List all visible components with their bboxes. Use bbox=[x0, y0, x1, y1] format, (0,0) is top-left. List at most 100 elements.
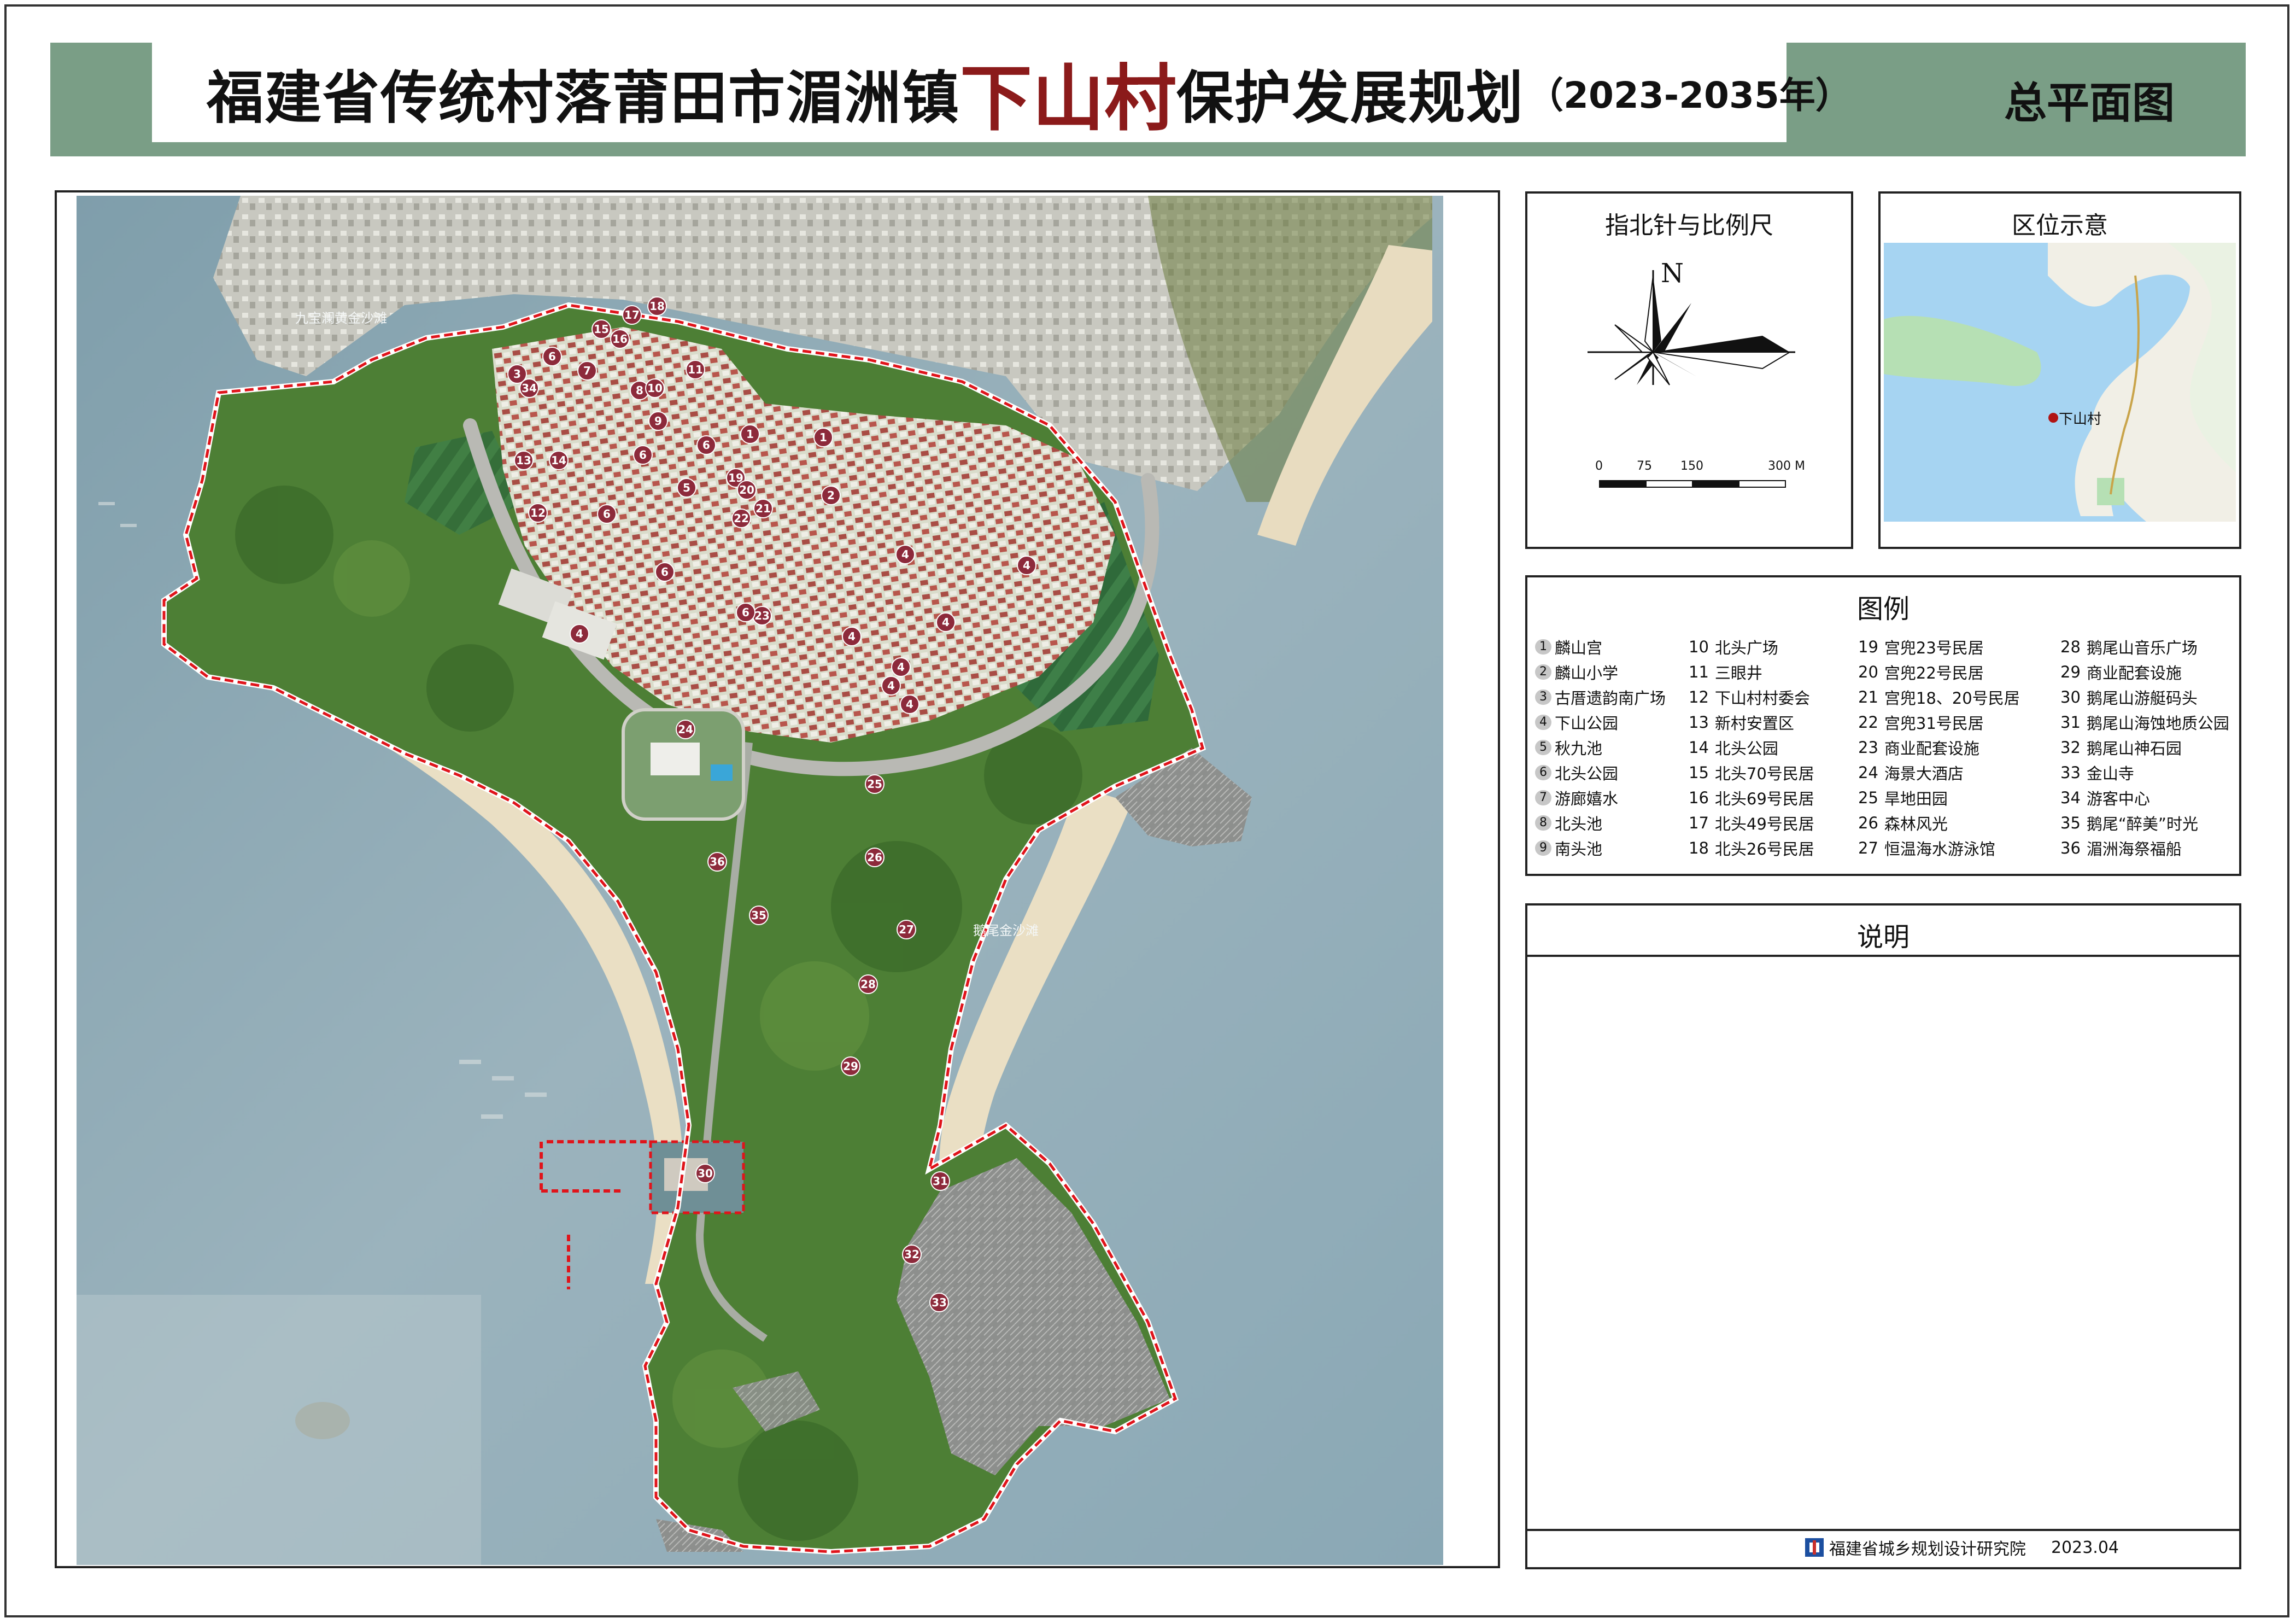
legend-label: 秋九池 bbox=[1555, 739, 1603, 758]
legend-item: 32 鹅尾山神石园 bbox=[2060, 735, 2235, 760]
legend-item: 27 恒温海水游泳馆 bbox=[1858, 836, 2033, 861]
site-marker-6[interactable]: 6 bbox=[597, 504, 617, 524]
legend-item: 10 北头广场 bbox=[1688, 634, 1863, 659]
footer-date: 2023.04 bbox=[2051, 1538, 2119, 1557]
site-marker-22[interactable]: 22 bbox=[731, 509, 751, 528]
svg-text:4: 4 bbox=[576, 627, 583, 640]
legend-label: 北头公园 bbox=[1714, 739, 1778, 758]
sea-haze bbox=[77, 1295, 481, 1565]
site-marker-18[interactable]: 18 bbox=[647, 296, 667, 316]
legend-number: 14 bbox=[1689, 738, 1709, 757]
site-marker-12[interactable]: 12 bbox=[528, 503, 548, 523]
site-marker-20[interactable]: 20 bbox=[737, 480, 757, 500]
legend-number: 20 bbox=[1858, 663, 1878, 681]
institute-logo-icon bbox=[1805, 1538, 1824, 1557]
site-marker-6[interactable]: 6 bbox=[633, 445, 653, 465]
site-marker-4[interactable]: 4 bbox=[842, 627, 862, 646]
site-marker-4[interactable]: 4 bbox=[900, 694, 919, 714]
legend-label: 宫兜23号民居 bbox=[1884, 639, 1984, 657]
site-marker-29[interactable]: 29 bbox=[841, 1056, 860, 1076]
svg-text:10: 10 bbox=[647, 382, 663, 395]
legend-item: 19 宫兜23号民居 bbox=[1858, 634, 2033, 659]
site-marker-4[interactable]: 4 bbox=[895, 545, 915, 564]
site-marker-32[interactable]: 32 bbox=[902, 1245, 922, 1264]
site-marker-4[interactable]: 4 bbox=[881, 676, 901, 696]
legend-label: 鹅尾山神石园 bbox=[2086, 739, 2182, 758]
svg-text:4: 4 bbox=[1023, 559, 1030, 572]
site-marker-14[interactable]: 14 bbox=[549, 451, 569, 470]
site-marker-17[interactable]: 17 bbox=[622, 305, 642, 325]
legend-label: 北头池 bbox=[1555, 815, 1603, 833]
scale-tick-75: 75 bbox=[1637, 459, 1652, 473]
legend-number: 35 bbox=[2060, 814, 2081, 832]
legend-number: 34 bbox=[2060, 788, 2081, 807]
legend-number: 32 bbox=[2060, 738, 2081, 757]
legend-label: 鹅尾山海蚀地质公园 bbox=[2086, 714, 2229, 733]
site-marker-33[interactable]: 33 bbox=[929, 1293, 949, 1312]
legend-label: 北头70号民居 bbox=[1714, 764, 1814, 783]
site-marker-10[interactable]: 10 bbox=[645, 378, 665, 398]
legend-label: 鹅尾“醉美”时光 bbox=[2086, 815, 2198, 833]
footer-credit: 福建省城乡规划设计研究院 2023.04 bbox=[1805, 1535, 2119, 1559]
svg-text:6: 6 bbox=[603, 507, 611, 521]
legend-label: 森林风光 bbox=[1884, 815, 1948, 833]
site-marker-35[interactable]: 35 bbox=[749, 906, 769, 925]
legend-label: 南头池 bbox=[1555, 840, 1603, 858]
site-marker-28[interactable]: 28 bbox=[858, 974, 878, 994]
legend-number: 29 bbox=[2060, 663, 2081, 681]
site-marker-34[interactable]: 34 bbox=[519, 378, 539, 398]
legend-item: 31 鹅尾山海蚀地质公园 bbox=[2060, 710, 2235, 735]
site-marker-31[interactable]: 31 bbox=[930, 1171, 950, 1191]
svg-text:6: 6 bbox=[639, 448, 647, 462]
svg-text:1: 1 bbox=[746, 428, 754, 441]
title-village: 下山村 bbox=[960, 56, 1177, 141]
site-marker-5[interactable]: 5 bbox=[677, 478, 696, 498]
north-label: N bbox=[1661, 258, 1684, 289]
site-marker-1[interactable]: 1 bbox=[740, 424, 760, 444]
site-marker-9[interactable]: 9 bbox=[648, 411, 668, 431]
site-marker-4[interactable]: 4 bbox=[570, 624, 589, 644]
site-marker-21[interactable]: 21 bbox=[753, 499, 773, 518]
site-marker-2[interactable]: 2 bbox=[821, 486, 841, 505]
legend-item: 11 三眼井 bbox=[1688, 659, 1863, 685]
legend-label: 北头26号民居 bbox=[1714, 840, 1814, 858]
site-marker-13[interactable]: 13 bbox=[514, 451, 534, 470]
legend-number: 5 bbox=[1535, 740, 1551, 755]
title-box: 福建省传统村落莆田市湄洲镇 下山村 保护发展规划 （2023-2035年） bbox=[152, 43, 1852, 142]
site-marker-6[interactable]: 6 bbox=[736, 603, 755, 622]
legend-item: 18 北头26号民居 bbox=[1688, 836, 1863, 861]
site-marker-6[interactable]: 6 bbox=[696, 435, 716, 455]
site-marker-25[interactable]: 25 bbox=[865, 774, 885, 794]
legend-label: 宫兜22号民居 bbox=[1884, 664, 1984, 682]
site-marker-7[interactable]: 7 bbox=[577, 361, 597, 381]
site-marker-24[interactable]: 24 bbox=[676, 720, 695, 739]
site-marker-1[interactable]: 1 bbox=[813, 428, 833, 447]
legend-item: 35 鹅尾“醉美”时光 bbox=[2060, 810, 2235, 836]
notes-panel: 说明 福建省城乡规划设计研究院 2023.04 bbox=[1525, 903, 2241, 1569]
site-marker-36[interactable]: 36 bbox=[707, 852, 727, 872]
site-marker-4[interactable]: 4 bbox=[1017, 556, 1036, 575]
location-panel: 区位示意 下山村 bbox=[1878, 191, 2241, 549]
svg-text:5: 5 bbox=[683, 481, 690, 494]
site-marker-6[interactable]: 6 bbox=[655, 562, 675, 582]
site-marker-16[interactable]: 16 bbox=[610, 329, 630, 349]
site-marker-30[interactable]: 30 bbox=[695, 1164, 715, 1183]
svg-text:4: 4 bbox=[848, 630, 856, 643]
footer-org: 福建省城乡规划设计研究院 bbox=[1829, 1540, 2026, 1559]
master-plan-map[interactable]: 九宝澜黄金沙滩 鹅尾金沙滩 12345678910111213 141516171… bbox=[77, 196, 1443, 1565]
site-marker-4[interactable]: 4 bbox=[936, 612, 956, 632]
legend-item: 17 北头49号民居 bbox=[1688, 810, 1863, 836]
site-marker-15[interactable]: 15 bbox=[591, 319, 611, 339]
site-marker-11[interactable]: 11 bbox=[686, 360, 705, 379]
site-marker-23[interactable]: 23 bbox=[752, 606, 772, 626]
svg-text:36: 36 bbox=[710, 855, 725, 868]
site-marker-27[interactable]: 27 bbox=[897, 920, 916, 939]
legend-label: 宫兜31号民居 bbox=[1884, 714, 1984, 733]
legend-item: 24 海景大酒店 bbox=[1858, 760, 2033, 785]
site-marker-6[interactable]: 6 bbox=[542, 347, 562, 366]
site-marker-4[interactable]: 4 bbox=[891, 657, 911, 677]
legend-item: 26 森林风光 bbox=[1858, 810, 2033, 836]
site-marker-26[interactable]: 26 bbox=[865, 848, 885, 867]
legend-number: 4 bbox=[1535, 715, 1551, 730]
map-panel: 九宝澜黄金沙滩 鹅尾金沙滩 1 2 3 4 5 6 7 8 9 10 11 12 13 14 15 16 17 1… bbox=[55, 190, 1500, 1568]
